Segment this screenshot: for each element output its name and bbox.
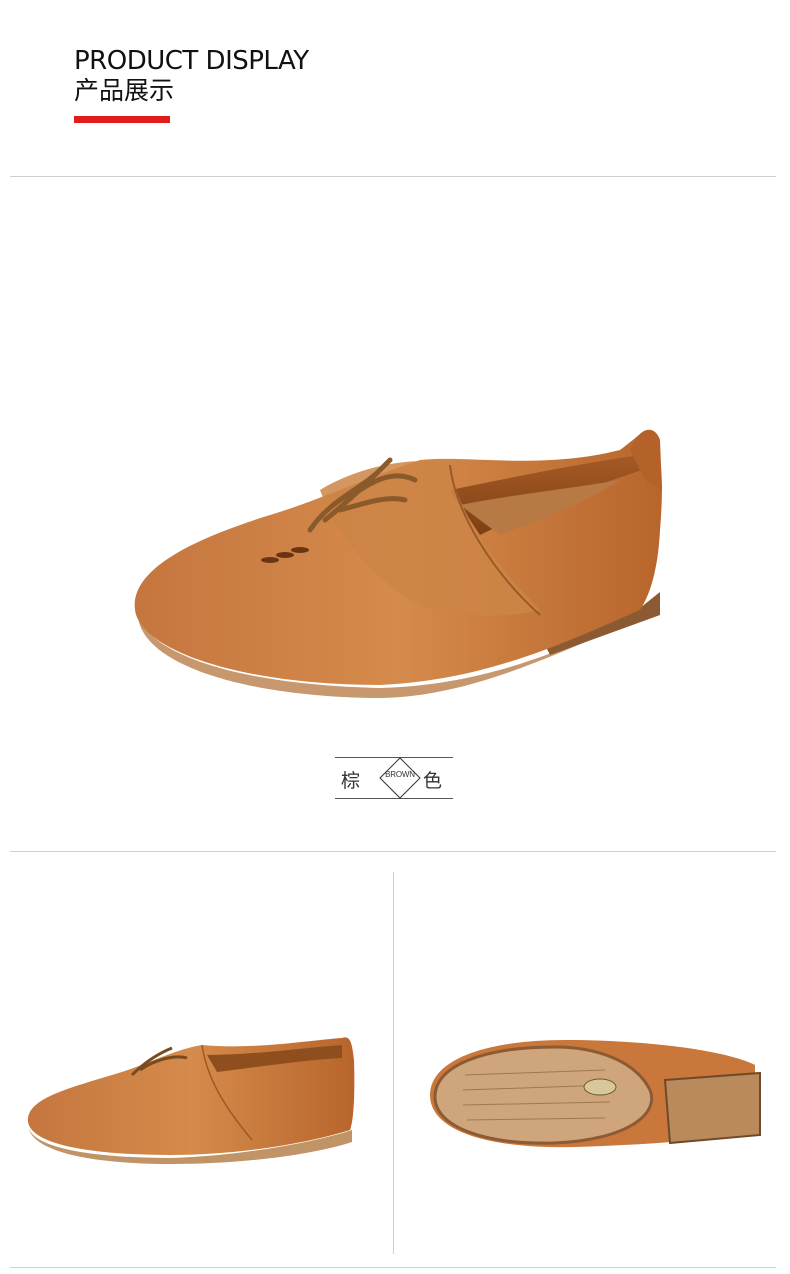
vertical-divider <box>393 872 394 1254</box>
color-char-left: 棕 <box>341 770 361 792</box>
color-char-right: 色 <box>423 770 443 792</box>
page-title-en: PRODUCT DISPLAY <box>74 46 309 76</box>
page-title-cn: 产品展示 <box>74 76 175 105</box>
color-tag: 棕 BROWN 色 <box>335 757 453 799</box>
main-shoe-image <box>134 429 662 699</box>
title-underline <box>74 116 170 123</box>
product-display-header: PRODUCT DISPLAY 产品展示 <box>74 44 309 106</box>
divider <box>10 851 776 852</box>
divider <box>10 1267 776 1268</box>
color-label-en: BROWN <box>385 770 415 779</box>
sole-view-shoe-image <box>430 1040 761 1148</box>
side-view-shoe-image <box>27 1037 355 1164</box>
divider <box>10 176 776 177</box>
